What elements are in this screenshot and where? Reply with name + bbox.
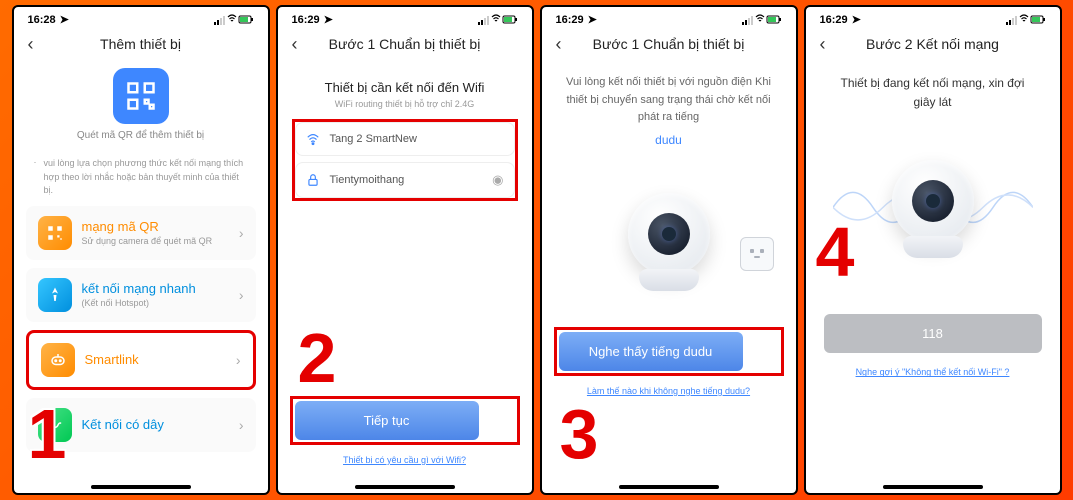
statusbar: 16:29 ➤ [542,7,796,28]
no-sound-help-link[interactable]: Làm thế nào khi không nghe tiếng dudu? [542,380,796,402]
page-title: Bước 1 Chuẩn bị thiết bị [593,36,745,52]
location-icon: ➤ [60,13,69,26]
back-icon[interactable]: ‹ [28,34,34,55]
qr-scan-area[interactable]: Quét mã QR để thêm thiết bị [14,62,268,145]
smartlink-icon [41,343,75,377]
menu-title: Kết nối có dây [82,417,239,432]
cable-icon [38,408,72,442]
chevron-right-icon: › [239,287,244,303]
menu-item-wired[interactable]: Kết nối có dây › [26,398,256,452]
wifi-sub: WiFi routing thiết bị hỗ trợ chỉ 2.4G [278,95,532,119]
home-indicator [355,485,455,489]
heard-sound-button[interactable]: Nghe thấy tiếng dudu [559,332,743,371]
eye-icon[interactable]: ◉ [492,172,503,188]
cannot-connect-help-link[interactable]: Nghe gợi ý "Không thể kết nối Wi-Fi" ? [806,361,1060,383]
menu-sub: (Kết nối Hotspot) [82,298,239,308]
screen-4: 16:29 ➤ ‹ Bước 2 Kết nối mạng Thiết bị đa… [804,5,1062,495]
progress-indicator: 118 [824,314,1042,353]
device-illustration [806,134,1060,284]
clock: 16:29 [292,14,320,26]
device-illustration [542,167,796,317]
menu-title: mạng mã QR [82,219,239,234]
password-value: Tientymoithang [330,174,405,186]
location-icon: ➤ [324,13,333,26]
screen-3: 16:29 ➤ ‹ Bước 1 Chuẩn bị thiết bị Vui lò… [540,5,798,495]
dudu-text: dudu [542,131,796,149]
menu-item-qr[interactable]: mạng mã QR Sử dụng camera để quét mã QR › [26,206,256,260]
home-indicator [883,485,983,489]
statusbar: 16:28 ➤ [14,7,268,28]
status-icons [214,14,254,26]
connecting-text: Thiết bị đang kết nối mạng, xin đợi giây… [806,62,1060,116]
statusbar: 16:29 ➤ [278,7,532,28]
screen-2: 16:29 ➤ ‹ Bước 1 Chuẩn bị thiết bị Thiết … [276,5,534,495]
clock: 16:29 [820,14,848,26]
chevron-right-icon: › [239,225,244,241]
status-icons [1006,14,1046,26]
step-number-3: 3 [560,399,599,469]
hint-text: vui lòng lựa chọn phương thức kết nối mạ… [14,145,268,206]
page-title: Thêm thiết bị [100,36,181,52]
camera-icon [628,193,710,291]
qr-icon [113,68,169,124]
camera-icon [892,160,974,258]
continue-highlight: Tiếp tục [290,396,520,445]
password-field[interactable]: Tientymoithang ◉ [295,162,515,198]
wifi-help-link[interactable]: Thiết bị có yêu cầu gì với Wifi? [278,449,532,471]
wifi-form: Tang 2 SmartNew Tientymoithang ◉ [292,119,518,201]
location-icon: ➤ [588,13,597,26]
menu-title: Smartlink [85,352,236,367]
back-icon[interactable]: ‹ [556,34,562,55]
header: ‹ Thêm thiết bị [14,28,268,62]
ssid-value: Tang 2 SmartNew [330,133,417,145]
home-indicator [619,485,719,489]
header: ‹ Bước 1 Chuẩn bị thiết bị [542,28,796,62]
menu-item-fast[interactable]: kết nối mạng nhanh (Kết nối Hotspot) › [26,268,256,322]
instruction-text: Vui lòng kết nối thiết bị với nguồn điện… [542,62,796,131]
menu-item-smartlink[interactable]: Smartlink › [26,330,256,390]
step-number-2: 2 [298,323,337,393]
page-title: Bước 2 Kết nối mạng [866,36,999,52]
heard-highlight: Nghe thấy tiếng dudu [554,327,784,376]
location-icon: ➤ [852,13,861,26]
wifi-icon [306,132,322,146]
rocket-icon [38,278,72,312]
back-icon[interactable]: ‹ [820,34,826,55]
wifi-heading: Thiết bị cần kết nối đến Wifi [278,62,532,95]
clock: 16:29 [556,14,584,26]
home-indicator [91,485,191,489]
chevron-right-icon: › [239,417,244,433]
plug-icon [740,237,774,271]
status-icons [742,14,782,26]
qr-caption: Quét mã QR để thêm thiết bị [14,130,268,141]
chevron-right-icon: › [236,352,241,368]
menu-title: kết nối mạng nhanh [82,281,239,296]
clock: 16:28 [28,14,56,26]
qr-code-icon [38,216,72,250]
back-icon[interactable]: ‹ [292,34,298,55]
ssid-field[interactable]: Tang 2 SmartNew [295,122,515,156]
header: ‹ Bước 2 Kết nối mạng [806,28,1060,62]
statusbar: 16:29 ➤ [806,7,1060,28]
menu-sub: Sử dụng camera để quét mã QR [82,236,239,246]
connection-menu: mạng mã QR Sử dụng camera để quét mã QR ›… [14,206,268,452]
lock-icon [306,173,322,187]
screen-1: 16:28 ➤ ‹ Thêm thiết bị Quét mã QR để thê… [12,5,270,495]
header: ‹ Bước 1 Chuẩn bị thiết bị [278,28,532,62]
status-icons [478,14,518,26]
page-title: Bước 1 Chuẩn bị thiết bị [329,36,481,52]
continue-button[interactable]: Tiếp tục [295,401,479,440]
